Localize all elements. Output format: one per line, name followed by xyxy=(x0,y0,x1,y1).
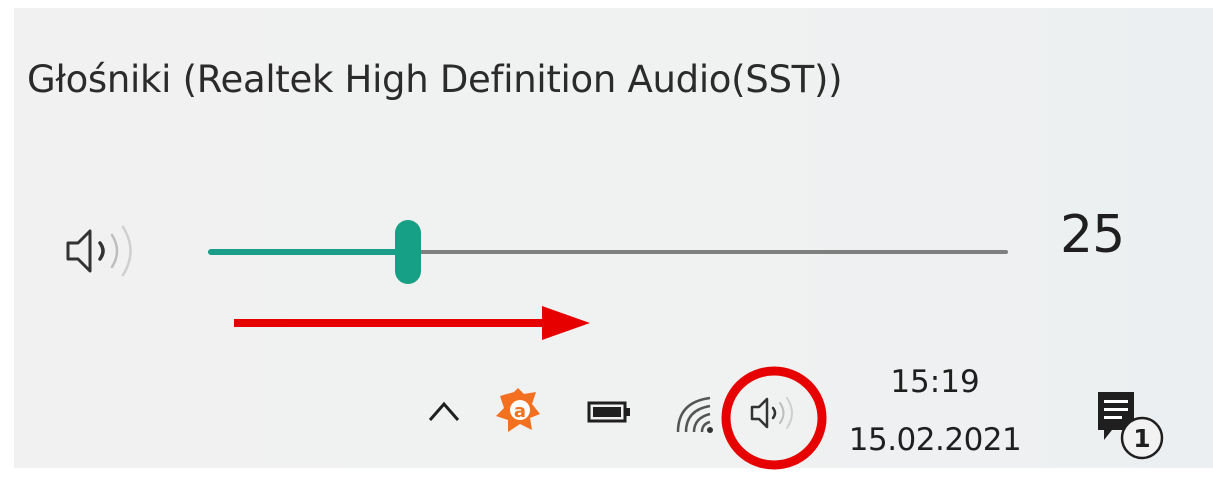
red-circle-annotation xyxy=(718,362,830,474)
speaker-volume-icon[interactable] xyxy=(60,221,160,281)
volume-slider[interactable] xyxy=(208,220,1008,284)
volume-slider-thumb[interactable] xyxy=(395,220,421,284)
volume-value: 25 xyxy=(1060,205,1125,265)
clock-date: 15.02.2021 xyxy=(848,422,1022,458)
taskbar-clock[interactable]: 15:19 15.02.2021 xyxy=(835,360,1035,470)
avast-icon[interactable]: a xyxy=(494,386,542,434)
action-center-icon[interactable]: 1 xyxy=(1090,386,1190,466)
battery-icon[interactable] xyxy=(585,397,635,427)
volume-slider-fill xyxy=(208,249,408,255)
red-arrow-annotation xyxy=(220,298,600,348)
audio-device-name[interactable]: Głośniki (Realtek High Definition Audio(… xyxy=(27,58,843,101)
notification-count: 1 xyxy=(1133,424,1150,453)
clock-time: 15:19 xyxy=(890,364,980,400)
svg-text:a: a xyxy=(514,401,526,422)
chevron-up-icon[interactable] xyxy=(424,390,464,430)
screenshot-root: Głośniki (Realtek High Definition Audio(… xyxy=(0,0,1213,480)
